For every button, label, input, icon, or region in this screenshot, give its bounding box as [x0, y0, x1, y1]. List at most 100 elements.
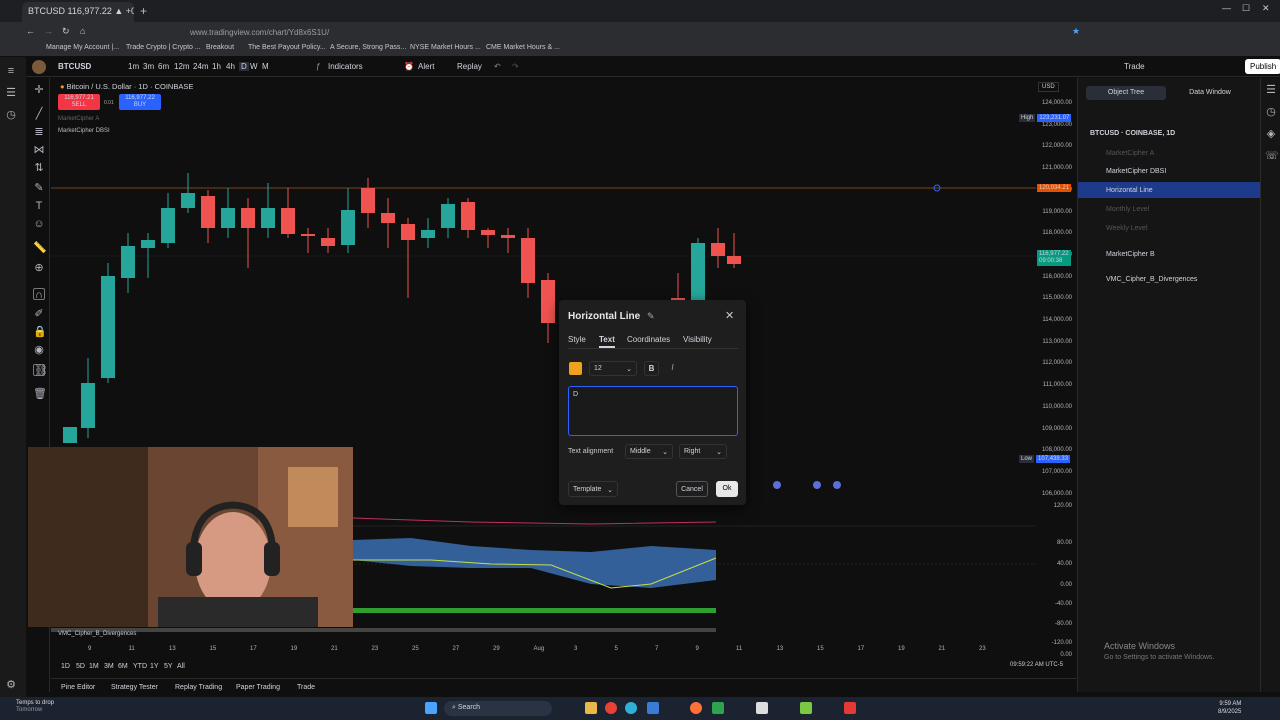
reload-icon[interactable]: ↻: [62, 26, 70, 37]
fib-icon[interactable]: ≣: [33, 126, 45, 138]
tab-coordinates[interactable]: Coordinates: [627, 335, 670, 344]
label-text-area[interactable]: D: [568, 386, 738, 436]
weather-widget[interactable]: Temps to drop Tomorrow: [16, 700, 54, 714]
link-icon[interactable]: ⛓: [33, 364, 48, 377]
file-explorer-icon[interactable]: [585, 702, 597, 714]
trendline-icon[interactable]: ╱: [33, 108, 45, 120]
range-5d[interactable]: 5D: [76, 663, 85, 670]
tree-item-symbol[interactable]: BTCUSD · COINBASE, 1D: [1090, 130, 1175, 137]
currency-label[interactable]: USD: [1038, 82, 1059, 92]
tab-strategy-tester[interactable]: Strategy Tester: [111, 684, 158, 691]
cursor-icon[interactable]: ✛: [33, 84, 45, 96]
back-icon[interactable]: ←: [26, 26, 35, 36]
eye-icon[interactable]: ◉: [33, 344, 45, 356]
lock-icon[interactable]: 🔒: [33, 326, 47, 338]
tree-item-weekly[interactable]: Weekly Level: [1106, 225, 1148, 232]
tab-object-tree[interactable]: Object Tree: [1086, 86, 1166, 100]
interval-1m[interactable]: 1m: [128, 62, 139, 71]
symbol-search[interactable]: BTCUSD: [58, 62, 91, 71]
trash-icon[interactable]: 🗑: [33, 388, 47, 400]
app-icon[interactable]: [844, 702, 856, 714]
bookmark-item[interactable]: Manage My Account |...: [46, 44, 119, 51]
url-field[interactable]: www.tradingview.com/chart/Yd8x6S1U/: [150, 25, 1050, 39]
tab-paper-trading[interactable]: Paper Trading: [236, 684, 280, 691]
indicator-label-2[interactable]: MarketCipher DBSI: [58, 128, 110, 134]
trade-button[interactable]: Trade: [1124, 62, 1145, 71]
undo-icon[interactable]: ↶: [494, 62, 501, 71]
bookmark-item[interactable]: NYSE Market Hours ...: [410, 44, 481, 51]
settings-icon[interactable]: ⚙: [5, 679, 17, 691]
tab-replay-trading[interactable]: Replay Trading: [175, 684, 222, 691]
tab-style[interactable]: Style: [568, 335, 586, 344]
alerts-icon[interactable]: ◷: [1265, 106, 1277, 118]
tree-item-monthly[interactable]: Monthly Level: [1106, 206, 1149, 213]
replay-button[interactable]: Replay: [457, 62, 482, 71]
tree-item-vmc[interactable]: VMC_Cipher_B_Divergences: [1106, 276, 1197, 283]
tab-data-window[interactable]: Data Window: [1170, 86, 1250, 100]
magnet-icon[interactable]: ∩: [33, 288, 45, 301]
forward-icon[interactable]: →: [44, 26, 53, 36]
price-axis[interactable]: 124,000.00 123,000.00 122,000.00 121,000.00…: [1036, 78, 1076, 660]
ruler-icon[interactable]: 📏: [33, 242, 47, 254]
app-icon[interactable]: [756, 702, 768, 714]
ok-button[interactable]: Ok: [716, 481, 738, 497]
tree-item-mcdbsi[interactable]: MarketCipher DBSI: [1106, 168, 1166, 175]
range-5y[interactable]: 5Y: [164, 663, 173, 670]
edit-title-icon[interactable]: ✎: [647, 311, 655, 322]
range-6m[interactable]: 6M: [118, 663, 128, 670]
mail-icon[interactable]: [647, 702, 659, 714]
layers-icon[interactable]: ◈: [1265, 128, 1277, 140]
sell-button[interactable]: 116,977.21 SELL: [58, 94, 100, 110]
new-tab-button[interactable]: +: [140, 4, 147, 18]
chat-icon[interactable]: ☏: [1265, 150, 1279, 162]
bold-toggle[interactable]: B: [644, 361, 659, 376]
emoji-icon[interactable]: ☺: [33, 218, 45, 230]
tree-item-mcb[interactable]: MarketCipher B: [1106, 251, 1155, 258]
bookmark-item[interactable]: The Best Payout Policy...: [248, 44, 326, 51]
interval-1h[interactable]: 1h: [212, 62, 221, 71]
bookmark-item[interactable]: Breakout: [206, 44, 234, 51]
tab-trade[interactable]: Trade: [297, 684, 315, 691]
system-clock[interactable]: 9:59 AM 8/9/2025: [1218, 700, 1241, 716]
interval-4h[interactable]: 4h: [226, 62, 235, 71]
buy-button[interactable]: 116,977.22 BUY: [119, 94, 161, 110]
font-size-select[interactable]: 12 ⌄: [589, 361, 637, 376]
range-1d[interactable]: 1D: [61, 663, 70, 670]
minimize-icon[interactable]: —: [1222, 3, 1231, 13]
tree-item-mca[interactable]: MarketCipher A: [1106, 150, 1154, 157]
tradingview-icon[interactable]: [712, 702, 724, 714]
cancel-button[interactable]: Cancel: [676, 481, 708, 497]
firefox-icon[interactable]: [690, 702, 702, 714]
pattern-icon[interactable]: ⋈: [33, 144, 45, 156]
range-1y[interactable]: 1Y: [150, 663, 159, 670]
maximize-icon[interactable]: ☐: [1242, 3, 1250, 14]
clock-icon[interactable]: ◷: [5, 109, 17, 121]
indicator-label-1[interactable]: MarketCipher A: [58, 116, 99, 122]
italic-toggle[interactable]: I: [665, 361, 680, 376]
interval-d[interactable]: D: [239, 62, 249, 71]
template-select[interactable]: Template ⌄: [568, 481, 618, 497]
interval-24m[interactable]: 24m: [193, 62, 209, 71]
close-icon[interactable]: ✕: [1262, 3, 1270, 14]
redo-icon[interactable]: ↷: [512, 62, 519, 71]
interval-3m[interactable]: 3m: [143, 62, 154, 71]
vertical-align-select[interactable]: Middle ⌄: [625, 444, 673, 459]
lock-drawings-icon[interactable]: ✐: [33, 308, 45, 320]
bookmark-item[interactable]: Trade Crypto | Crypto ...: [126, 44, 201, 51]
range-1m[interactable]: 1M: [89, 663, 99, 670]
app-icon[interactable]: [800, 702, 812, 714]
range-all[interactable]: All: [177, 663, 185, 670]
zoom-icon[interactable]: ⊕: [33, 262, 45, 274]
prediction-icon[interactable]: ⇅: [33, 162, 45, 174]
tab-text[interactable]: Text: [599, 335, 615, 348]
text-color-swatch[interactable]: [569, 362, 582, 375]
bookmark-item[interactable]: CME Market Hours & ...: [486, 44, 560, 51]
avatar[interactable]: [32, 60, 46, 74]
layout-icon[interactable]: ≡: [5, 65, 17, 77]
horizontal-align-select[interactable]: Right ⌄: [679, 444, 727, 459]
chrome-icon[interactable]: [605, 702, 617, 714]
publish-button[interactable]: Publish: [1245, 59, 1280, 74]
range-ytd[interactable]: YTD: [133, 663, 147, 670]
watchlist-icon[interactable]: ☰: [5, 87, 17, 99]
tab-pine-editor[interactable]: Pine Editor: [61, 684, 95, 691]
